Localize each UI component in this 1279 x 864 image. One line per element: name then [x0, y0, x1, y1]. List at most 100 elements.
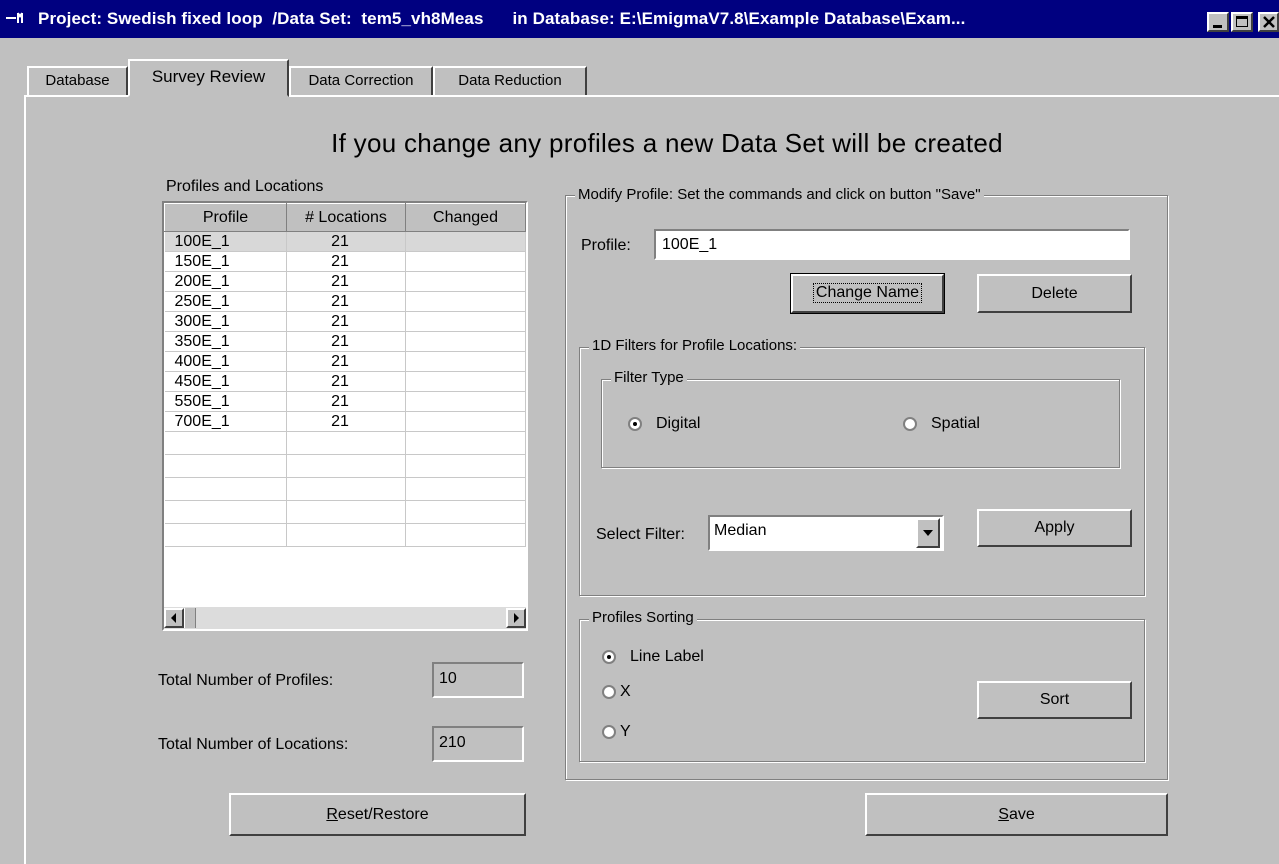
sort-y-label[interactable]: Y: [620, 723, 631, 741]
cell-locations[interactable]: [286, 523, 406, 547]
sort-y-radio[interactable]: [602, 725, 616, 739]
table-row[interactable]: 400E_1 21: [164, 351, 526, 372]
close-button[interactable]: [1258, 12, 1279, 32]
cell-locations[interactable]: 21: [286, 391, 406, 412]
table-row[interactable]: 100E_1 21: [164, 231, 526, 252]
cell-changed[interactable]: [405, 523, 526, 547]
cell-profile[interactable]: [164, 431, 287, 455]
spatial-label[interactable]: Spatial: [931, 415, 980, 433]
cell-profile[interactable]: [164, 454, 287, 478]
cell-changed[interactable]: [405, 351, 526, 372]
horizontal-scrollbar[interactable]: [164, 607, 526, 629]
tab-data-correction[interactable]: Data Correction: [289, 66, 433, 95]
column-header-locations[interactable]: # Locations: [286, 203, 406, 232]
cell-locations[interactable]: 21: [286, 331, 406, 352]
column-header-changed[interactable]: Changed: [405, 203, 526, 232]
cell-profile[interactable]: 250E_1: [164, 291, 287, 312]
profiles-table[interactable]: Profile # Locations Changed 100E_1 21 150E…: [162, 201, 528, 631]
cell-locations[interactable]: 21: [286, 371, 406, 392]
digital-label[interactable]: Digital: [656, 415, 700, 433]
cell-changed[interactable]: [405, 454, 526, 478]
profile-name-input[interactable]: [654, 229, 1130, 260]
scroll-left-button[interactable]: [164, 608, 184, 628]
tab-survey-review[interactable]: Survey Review: [128, 59, 289, 97]
scroll-right-button[interactable]: [506, 608, 526, 628]
cell-changed[interactable]: [405, 371, 526, 392]
cell-changed[interactable]: [405, 271, 526, 292]
cell-changed[interactable]: [405, 311, 526, 332]
cell-changed[interactable]: [405, 331, 526, 352]
digital-radio[interactable]: [628, 417, 642, 431]
table-row[interactable]: 700E_1 21: [164, 411, 526, 432]
select-filter-dropdown[interactable]: Median: [708, 515, 944, 551]
cell-profile[interactable]: 700E_1: [164, 411, 287, 432]
cell-profile[interactable]: 200E_1: [164, 271, 287, 292]
cell-locations[interactable]: 21: [286, 231, 406, 252]
cell-profile[interactable]: [164, 500, 287, 524]
tab-data-reduction[interactable]: Data Reduction: [433, 66, 587, 95]
table-row[interactable]: 200E_1 21: [164, 271, 526, 292]
cell-changed[interactable]: [405, 231, 526, 252]
cell-changed[interactable]: [405, 291, 526, 312]
cell-locations[interactable]: 21: [286, 271, 406, 292]
table-row[interactable]: 250E_1 21: [164, 291, 526, 312]
table-row[interactable]: [164, 454, 526, 478]
title-bar[interactable]: Project: Swedish fixed loop /Data Set: t…: [0, 0, 1279, 38]
cell-profile[interactable]: 550E_1: [164, 391, 287, 412]
cell-profile[interactable]: [164, 477, 287, 501]
scroll-thumb[interactable]: [184, 608, 196, 628]
cell-changed[interactable]: [405, 477, 526, 501]
table-row[interactable]: [164, 500, 526, 524]
cell-profile[interactable]: 150E_1: [164, 251, 287, 272]
apply-button[interactable]: Apply: [977, 509, 1132, 547]
cell-locations[interactable]: 21: [286, 411, 406, 432]
cell-locations[interactable]: 21: [286, 351, 406, 372]
cell-profile[interactable]: 450E_1: [164, 371, 287, 392]
reset-restore-button[interactable]: Reset/Restore: [229, 793, 526, 836]
spatial-radio[interactable]: [903, 417, 917, 431]
save-button[interactable]: Save: [865, 793, 1168, 836]
page-headline: If you change any profiles a new Data Se…: [331, 128, 1003, 158]
cell-locations[interactable]: 21: [286, 311, 406, 332]
change-name-button[interactable]: Change Name: [790, 273, 945, 314]
table-row[interactable]: 450E_1 21: [164, 371, 526, 392]
column-header-profile[interactable]: Profile: [164, 203, 287, 232]
table-row[interactable]: 150E_1 21: [164, 251, 526, 272]
cell-locations[interactable]: [286, 477, 406, 501]
total-locations-label: Total Number of Locations:: [158, 736, 349, 753]
table-row[interactable]: 300E_1 21: [164, 311, 526, 332]
reset-mnemonic: R: [326, 806, 338, 823]
minimize-button[interactable]: [1207, 12, 1229, 32]
cell-profile[interactable]: 400E_1: [164, 351, 287, 372]
cell-locations[interactable]: [286, 500, 406, 524]
sort-x-label[interactable]: X: [620, 683, 631, 701]
cell-locations[interactable]: 21: [286, 251, 406, 272]
tab-database[interactable]: Database: [27, 66, 128, 95]
dropdown-arrow-button[interactable]: [916, 518, 940, 548]
sort-line-label-radio[interactable]: [602, 650, 616, 664]
sort-button[interactable]: Sort: [977, 681, 1132, 719]
table-row[interactable]: [164, 431, 526, 455]
cell-changed[interactable]: [405, 391, 526, 412]
cell-profile[interactable]: [164, 523, 287, 547]
table-row[interactable]: 550E_1 21: [164, 391, 526, 412]
maximize-button[interactable]: [1231, 12, 1253, 32]
delete-button[interactable]: Delete: [977, 274, 1132, 313]
table-row[interactable]: 350E_1 21: [164, 331, 526, 352]
cell-changed[interactable]: [405, 251, 526, 272]
cell-profile[interactable]: 100E_1: [164, 231, 287, 252]
cell-locations[interactable]: [286, 431, 406, 455]
table-row[interactable]: [164, 523, 526, 547]
change-name-label: Change Name: [812, 283, 923, 303]
cell-changed[interactable]: [405, 411, 526, 432]
cell-locations[interactable]: 21: [286, 291, 406, 312]
total-profiles-field: 10: [432, 662, 524, 698]
cell-locations[interactable]: [286, 454, 406, 478]
table-row[interactable]: [164, 477, 526, 501]
cell-changed[interactable]: [405, 431, 526, 455]
cell-profile[interactable]: 300E_1: [164, 311, 287, 332]
sort-line-label-label[interactable]: Line Label: [630, 648, 704, 666]
cell-profile[interactable]: 350E_1: [164, 331, 287, 352]
sort-x-radio[interactable]: [602, 685, 616, 699]
cell-changed[interactable]: [405, 500, 526, 524]
